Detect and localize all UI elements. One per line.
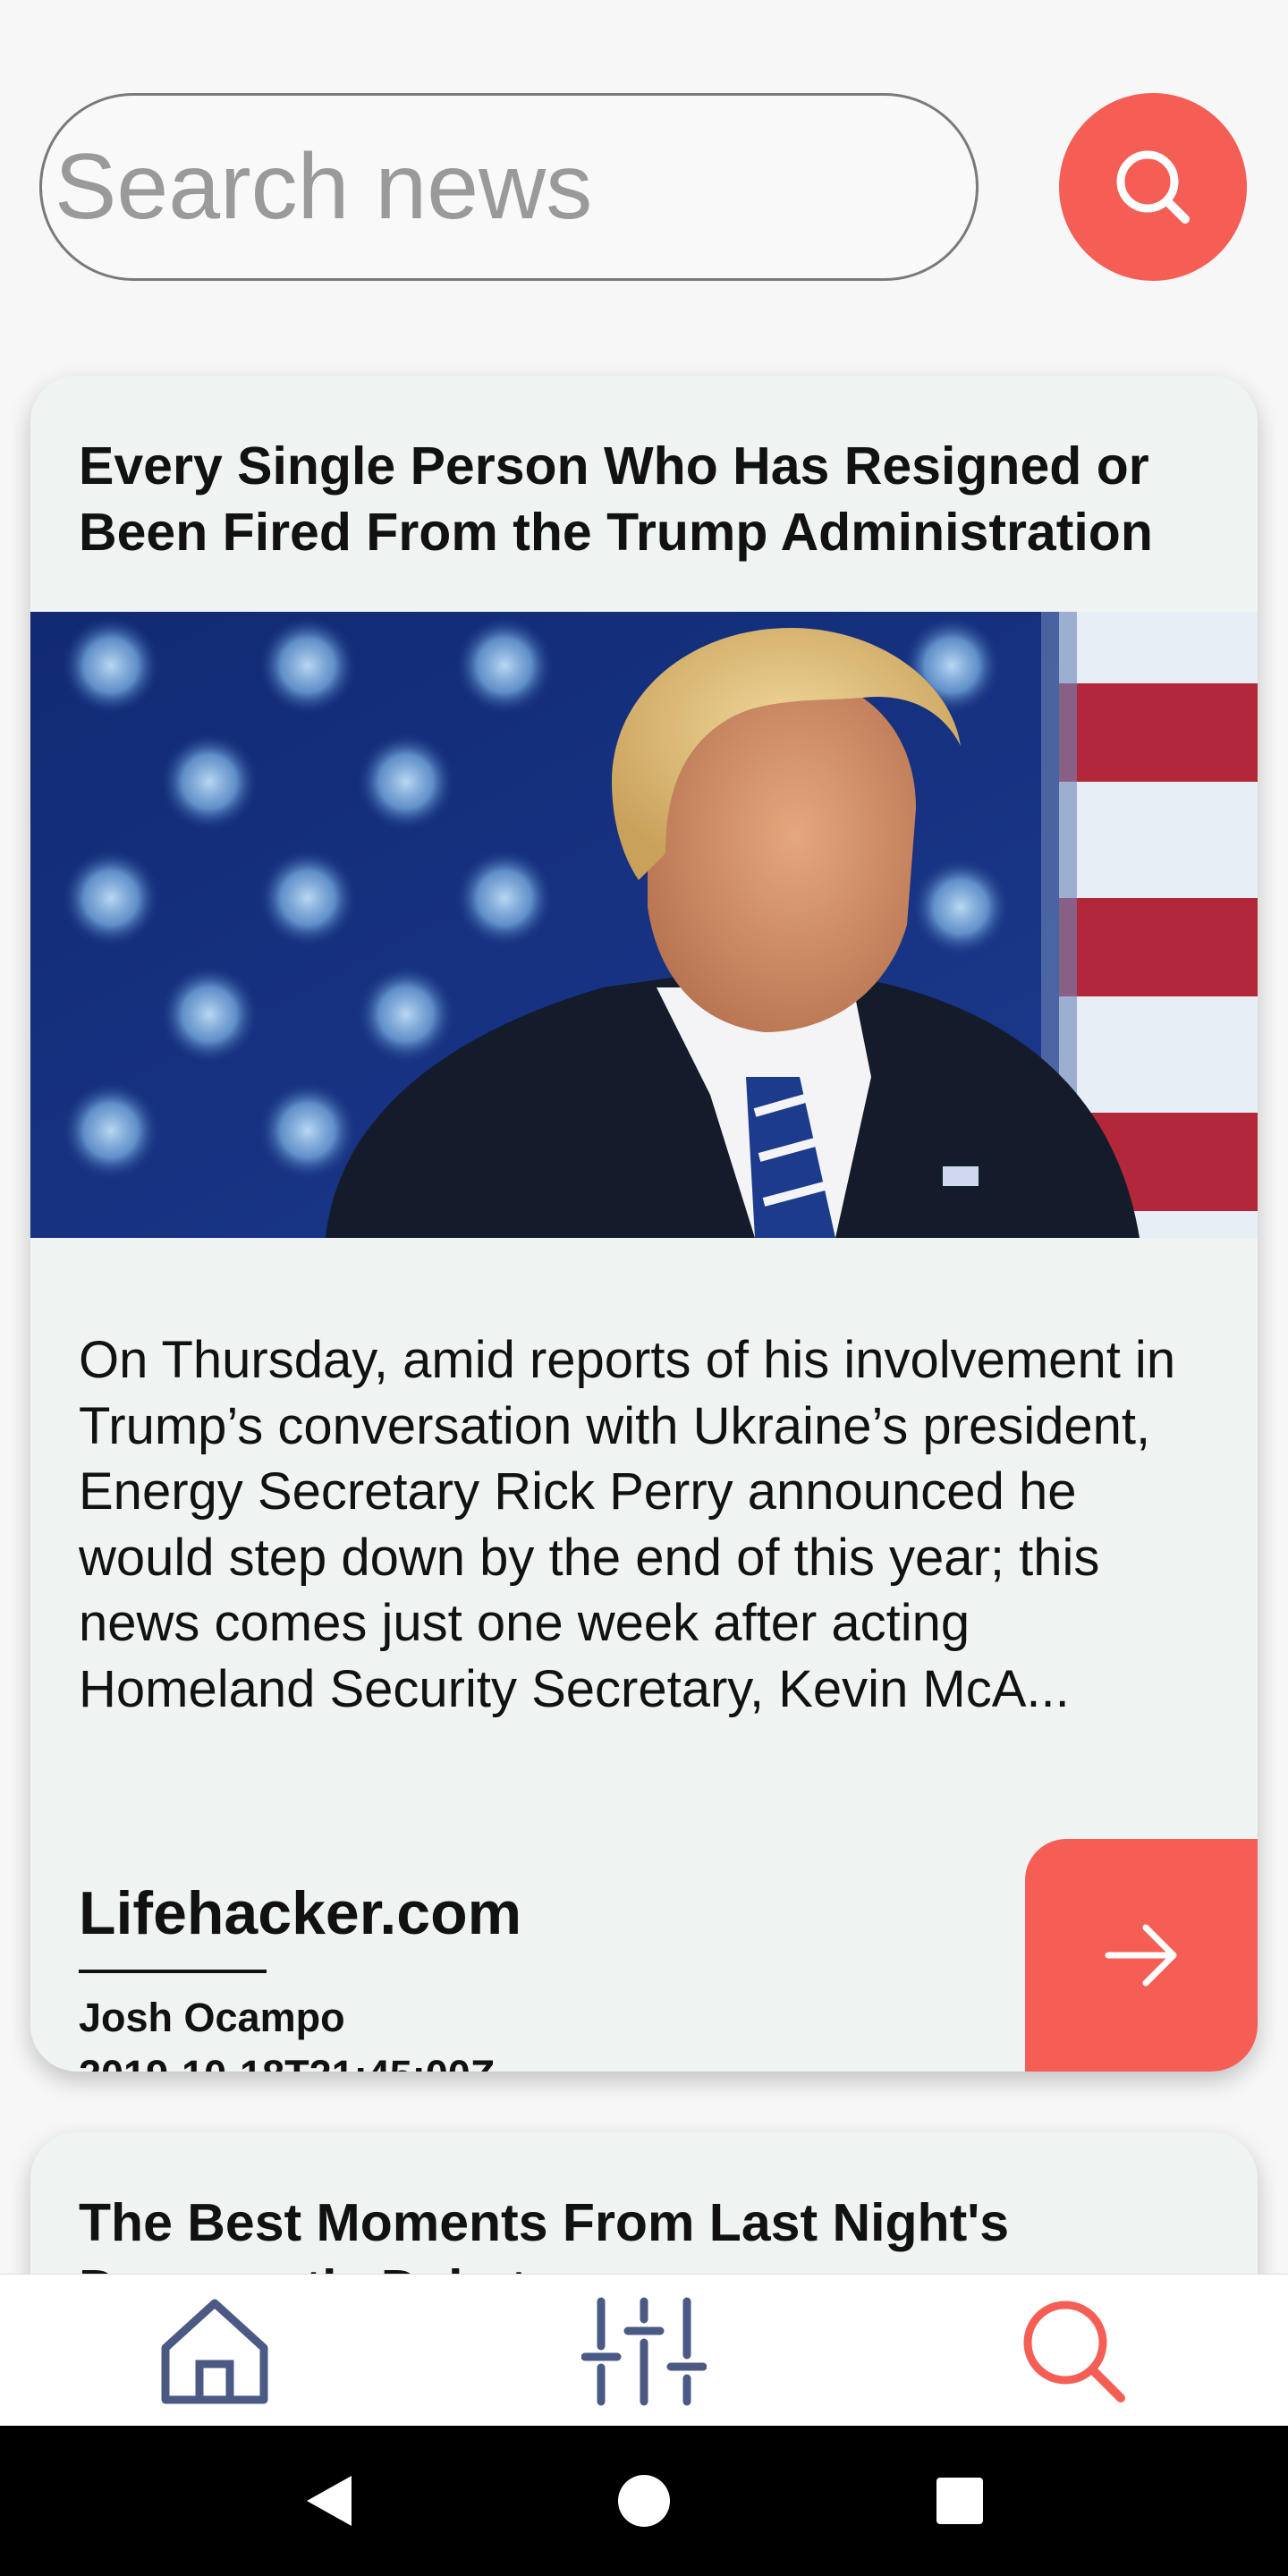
nav-home[interactable] bbox=[0, 2275, 429, 2426]
article-date: 2019-10-18T21:45:00Z bbox=[79, 2052, 495, 2072]
search-input[interactable] bbox=[39, 93, 979, 281]
news-card: The Best Moments From Last Night's Democ… bbox=[30, 2132, 1258, 2274]
system-navigation-bar bbox=[0, 2426, 1288, 2576]
article-description: On Thursday, amid reports of his involve… bbox=[79, 1331, 1176, 1718]
system-back-button[interactable] bbox=[284, 2456, 373, 2546]
search-icon bbox=[1116, 150, 1190, 224]
article-image bbox=[30, 612, 1258, 1238]
arrow-right-icon bbox=[1105, 1924, 1177, 1987]
home-icon bbox=[161, 2299, 268, 2403]
search-button[interactable] bbox=[1059, 93, 1247, 281]
bottom-navigation bbox=[0, 2274, 1288, 2426]
news-list[interactable]: Every Single Person Who Has Resigned or … bbox=[0, 340, 1288, 2274]
sliders-icon bbox=[581, 2297, 707, 2405]
recents-icon bbox=[936, 2478, 984, 2524]
read-article-button[interactable] bbox=[1025, 1839, 1258, 2072]
article-source: Lifehacker.com bbox=[79, 1879, 522, 1947]
search-icon bbox=[1023, 2301, 1125, 2402]
article-author: Josh Ocampo bbox=[79, 1995, 345, 2040]
news-card: Every Single Person Who Has Resigned or … bbox=[30, 376, 1258, 2072]
source-underline bbox=[79, 1970, 267, 1973]
nav-filters[interactable] bbox=[429, 2275, 859, 2426]
home-circle-icon bbox=[617, 2475, 670, 2527]
back-icon bbox=[306, 2476, 352, 2526]
system-recents-button[interactable] bbox=[915, 2456, 1004, 2546]
nav-search[interactable] bbox=[859, 2275, 1288, 2426]
article-title: The Best Moments From Last Night's Democ… bbox=[79, 2193, 1010, 2274]
system-home-button[interactable] bbox=[599, 2456, 689, 2546]
article-title: Every Single Person Who Has Resigned or … bbox=[79, 436, 1153, 562]
